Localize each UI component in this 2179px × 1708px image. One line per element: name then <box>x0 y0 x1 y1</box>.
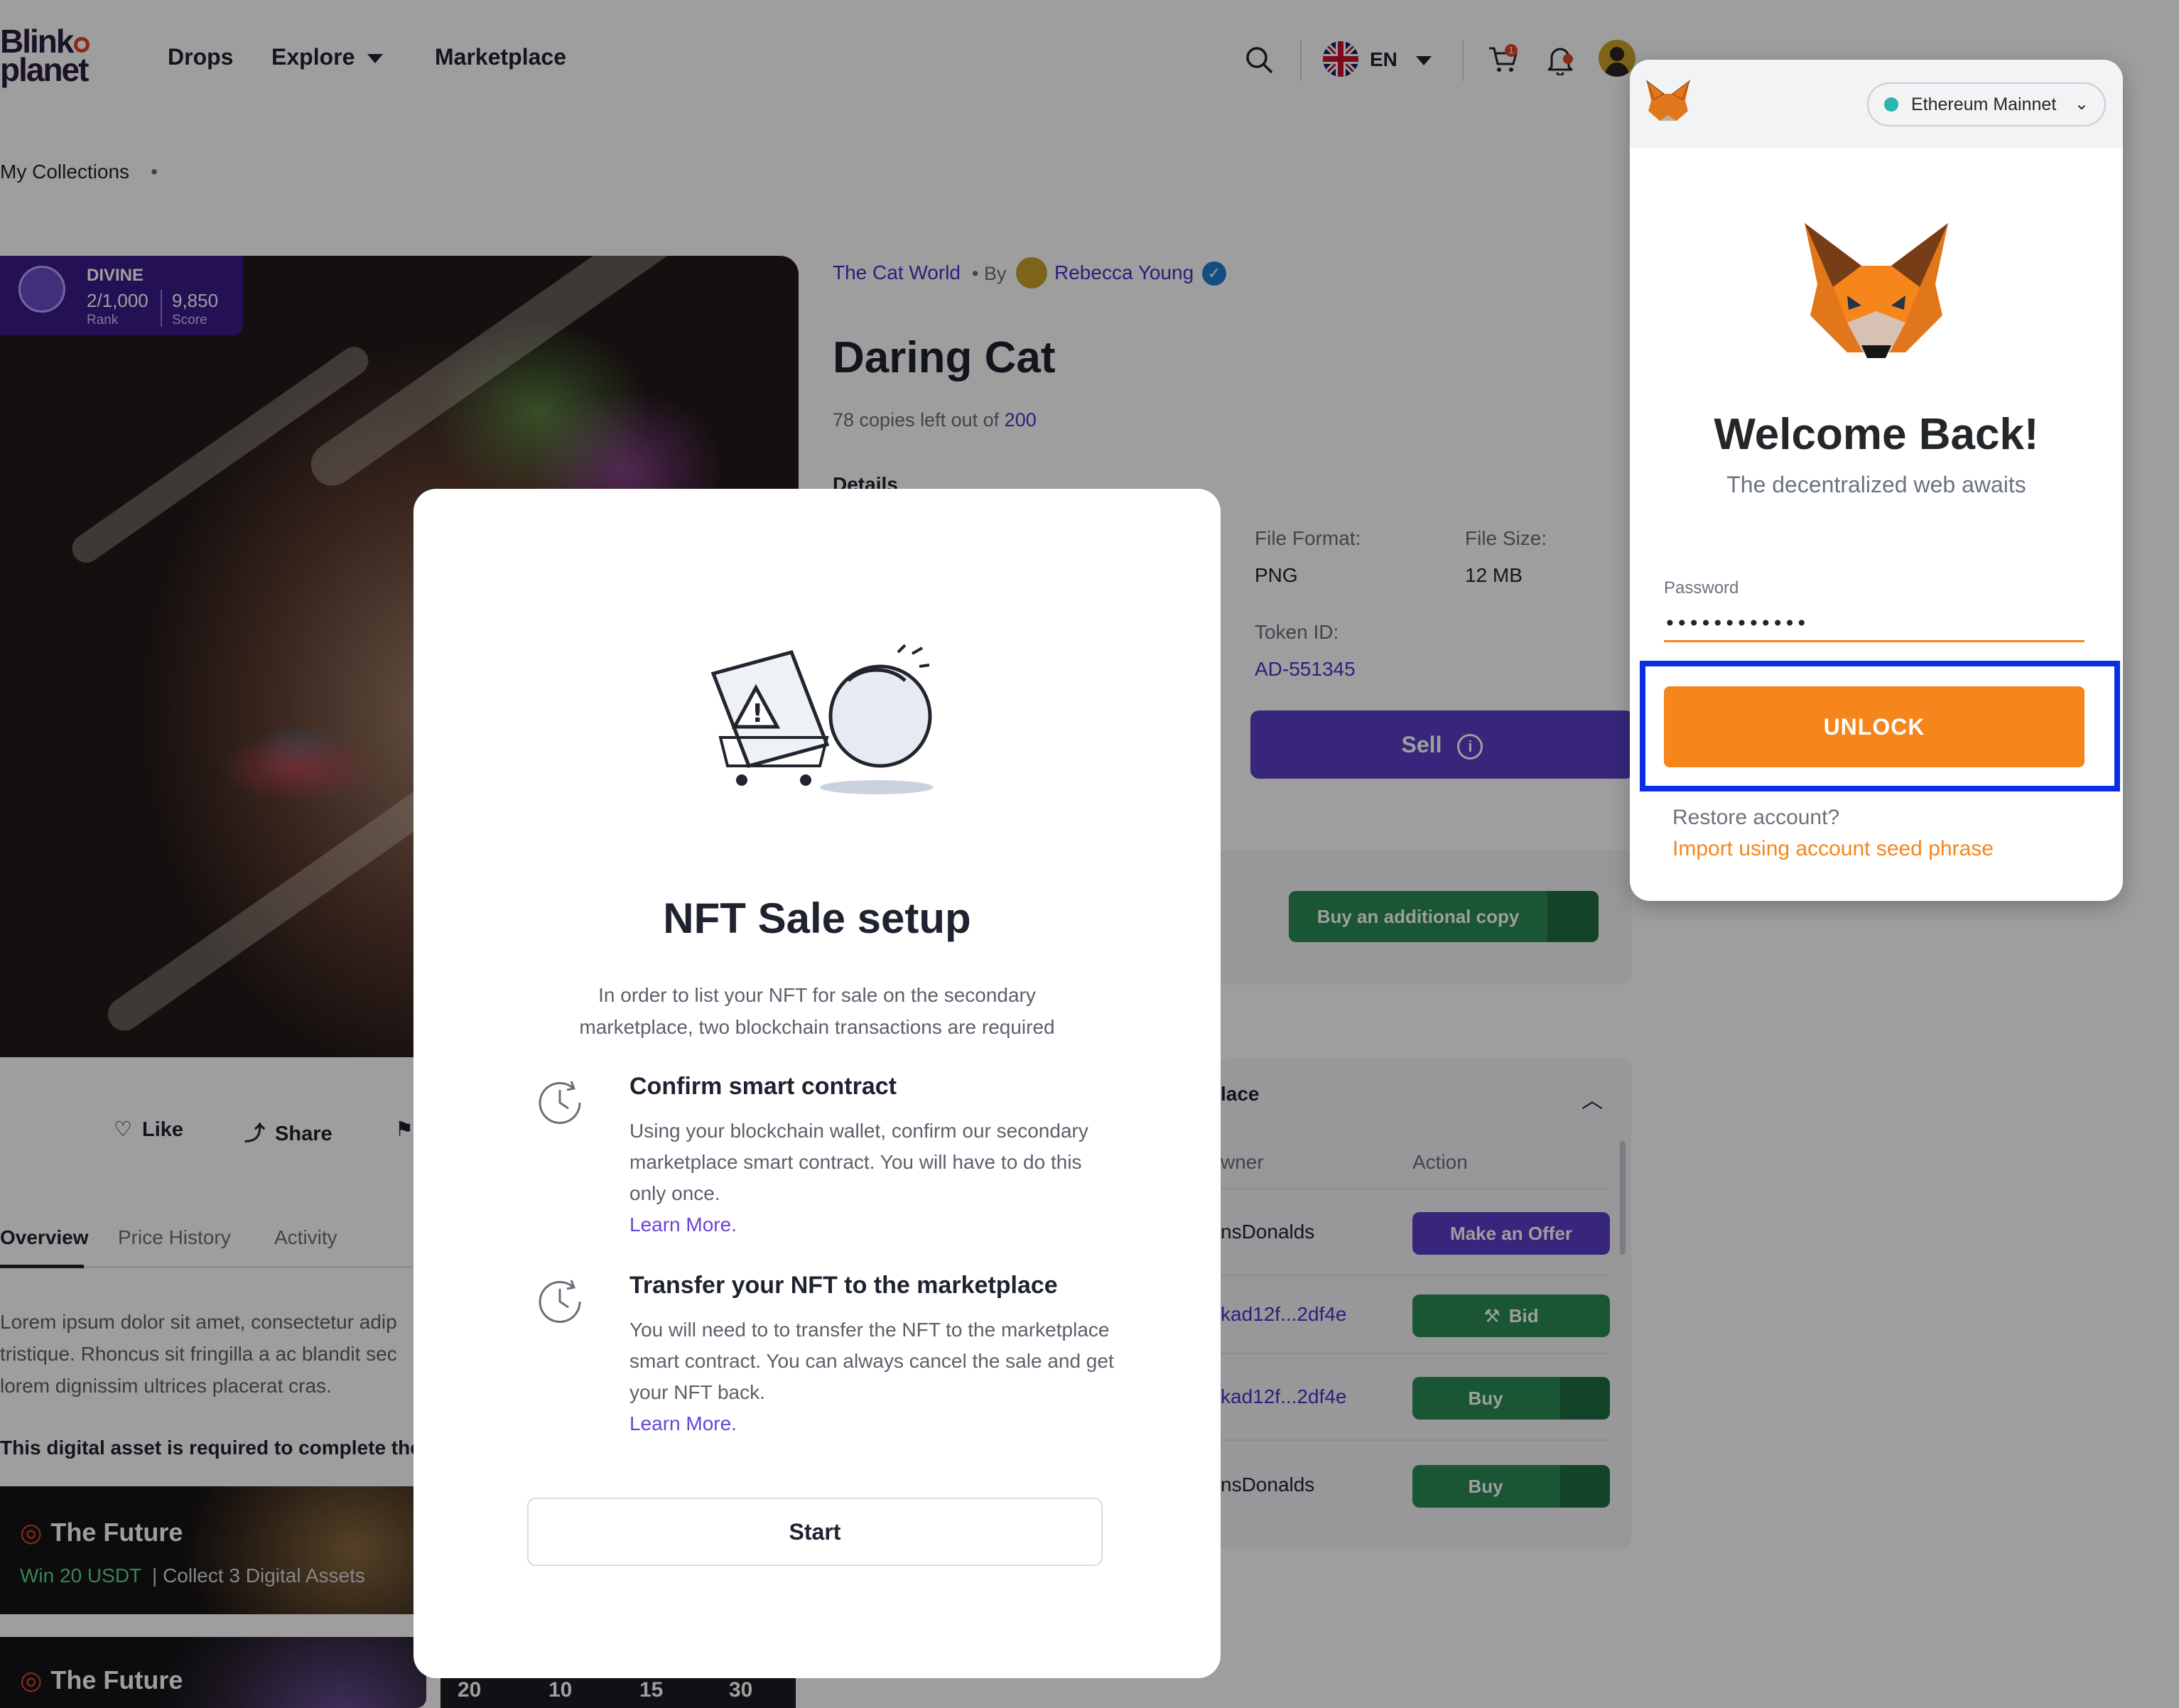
network-selector[interactable]: Ethereum Mainnet ⌄ <box>1867 82 2106 126</box>
password-field[interactable] <box>1664 607 2085 642</box>
learn-more-link[interactable]: Learn More. <box>629 1412 737 1434</box>
shopping-cart-illustration: ! <box>706 638 941 805</box>
step-body: You will need to to transfer the NFT to … <box>629 1319 1114 1434</box>
start-button[interactable]: Start <box>527 1498 1103 1566</box>
learn-more-link[interactable]: Learn More. <box>629 1214 737 1236</box>
welcome-heading: Welcome Back! <box>1714 410 2039 459</box>
highlight-box <box>1640 661 2120 791</box>
modal-description: In order to list your NFT for sale on th… <box>579 984 1055 1038</box>
step-body: Using your blockchain wallet, confirm ou… <box>629 1120 1088 1236</box>
clock-icon <box>533 1275 587 1332</box>
nft-sale-setup-modal: ! NFT Sale setup In order to list your N… <box>413 489 1221 1678</box>
modal-title: NFT Sale setup <box>663 894 971 942</box>
chevron-down-icon: ⌄ <box>2074 94 2089 114</box>
tagline: The decentralized web awaits <box>1726 472 2026 497</box>
metamask-fox-icon <box>1643 77 1694 131</box>
clock-icon <box>533 1076 587 1133</box>
step-title: Confirm smart contract <box>629 1073 897 1100</box>
network-status-dot <box>1884 97 1898 112</box>
import-seed-phrase-link[interactable]: Import using account seed phrase <box>1672 837 1994 861</box>
password-label: Password <box>1664 578 1739 598</box>
restore-account-text: Restore account? <box>1672 806 1840 829</box>
svg-text:!: ! <box>752 699 763 728</box>
metamask-fox-logo <box>1797 220 1955 367</box>
step-title: Transfer your NFT to the marketplace <box>629 1272 1058 1299</box>
